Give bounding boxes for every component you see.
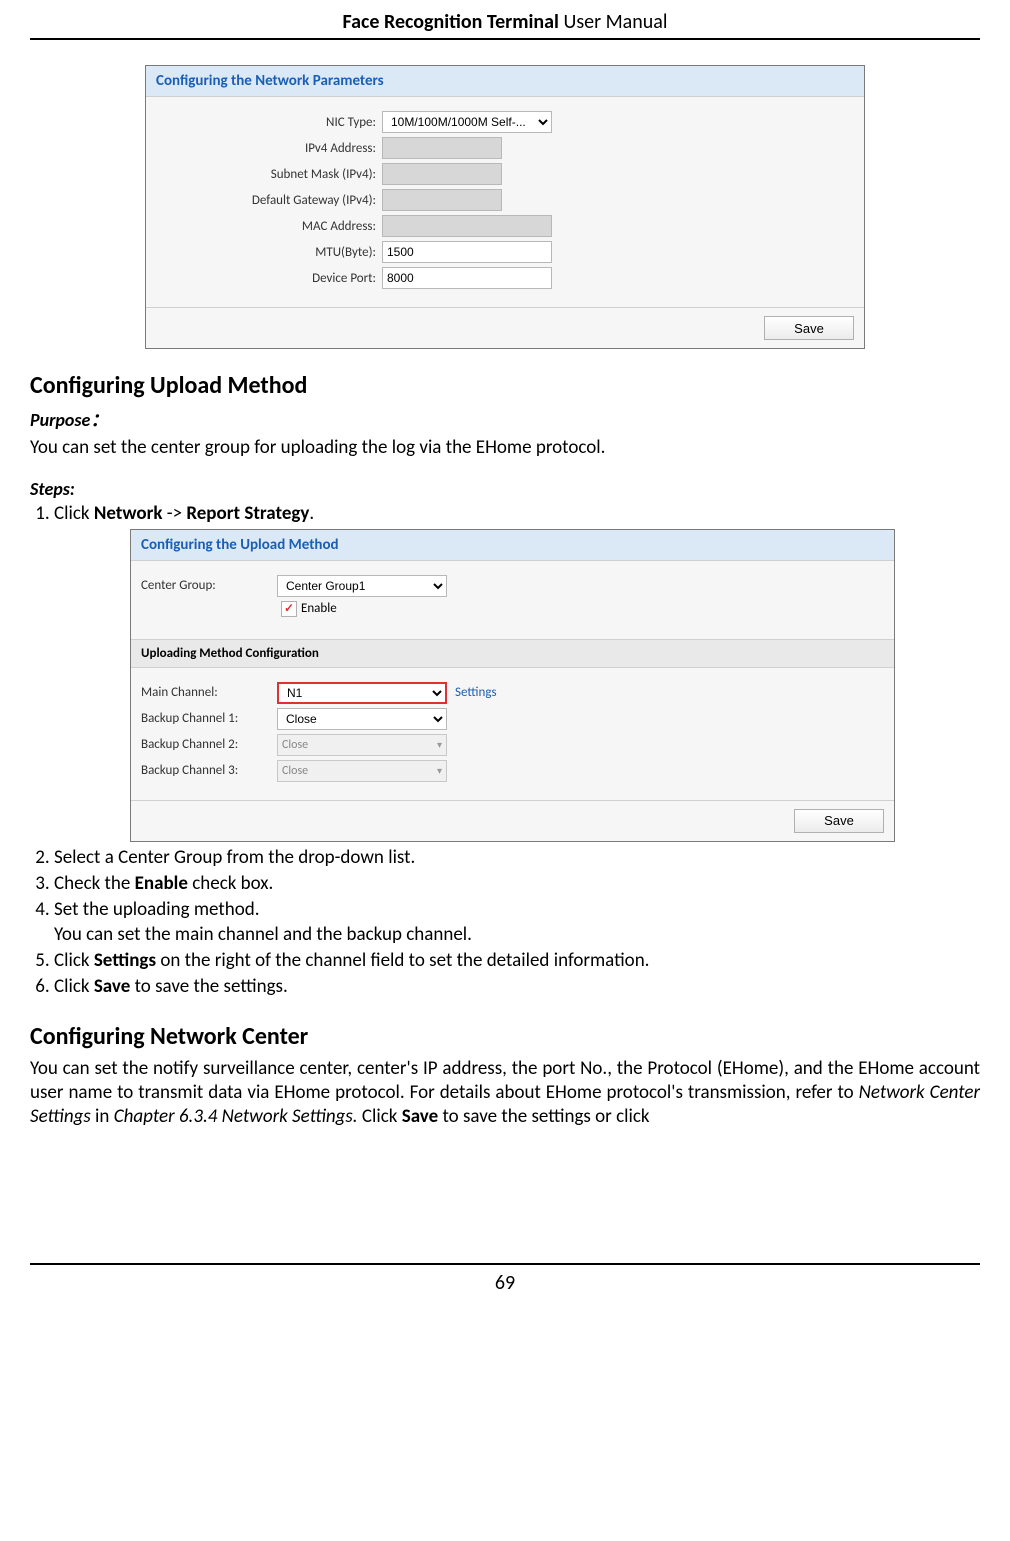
port-label: Device Port: [166,271,376,286]
ipv4-input[interactable] [382,137,502,159]
purpose-text: You can set the center group for uploadi… [30,436,980,460]
steps-label: Steps: [30,478,980,500]
nic-type-select[interactable]: 10M/100M/1000M Self-... [382,111,552,133]
section-netcenter-title: Configuring Network Center [30,1022,980,1051]
step-1: Click Network -> Report Strategy. [54,502,980,526]
upload-method-screenshot: Configuring the Upload Method Center Gro… [130,529,895,842]
subnet-label: Subnet Mask (IPv4): [166,167,376,182]
save-button[interactable]: Save [764,316,854,340]
backup3-select[interactable]: Close [277,760,447,782]
panel-title: Configuring the Network Parameters [146,66,864,97]
main-channel-label: Main Channel: [141,685,271,700]
netcenter-para: You can set the notify surveillance cent… [30,1057,980,1130]
step-2: Select a Center Group from the drop-down… [54,846,980,870]
main-channel-select[interactable]: N1 [277,682,447,704]
header-title-bold: Face Recognition Terminal [343,10,559,34]
mac-label: MAC Address: [166,219,376,234]
step-3: Check the Enable check box. [54,872,980,896]
upload-config-subheader: Uploading Method Configuration [131,639,894,668]
mtu-input[interactable] [382,241,552,263]
gateway-input[interactable] [382,189,502,211]
subnet-input[interactable] [382,163,502,185]
step-4: Set the uploading method. You can set th… [54,898,980,947]
steps-list-cont: Select a Center Group from the drop-down… [30,846,980,1000]
port-input[interactable] [382,267,552,289]
center-group-select[interactable]: Center Group1 [277,575,447,597]
step-5: Click Settings on the right of the chann… [54,949,980,973]
ipv4-label: IPv4 Address: [166,141,376,156]
center-group-label: Center Group: [141,578,271,593]
enable-label: Enable [301,601,337,616]
settings-link[interactable]: Settings [455,685,497,700]
steps-list: Click Network -> Report Strategy. [30,502,980,526]
section-upload-title: Configuring Upload Method [30,371,980,400]
backup1-select[interactable]: Close [277,708,447,730]
backup2-label: Backup Channel 2: [141,737,271,752]
page-footer: 69 [30,1263,980,1295]
page-number: 69 [495,1271,515,1295]
backup1-label: Backup Channel 1: [141,711,271,726]
step-6: Click Save to save the settings. [54,975,980,999]
purpose-label: Purpose： [30,406,980,432]
mtu-label: MTU(Byte): [166,245,376,260]
nic-type-label: NIC Type: [166,115,376,130]
step-4-sub: You can set the main channel and the bac… [54,923,980,947]
mac-input[interactable] [382,215,552,237]
network-params-screenshot: Configuring the Network Parameters NIC T… [145,65,865,349]
enable-checkbox[interactable]: ✓ [281,601,297,617]
gateway-label: Default Gateway (IPv4): [166,193,376,208]
header-title-rest: User Manual [563,10,667,34]
save-button-upload[interactable]: Save [794,809,884,833]
backup2-select[interactable]: Close [277,734,447,756]
page-header: Face Recognition Terminal User Manual [30,10,980,40]
panel-title-upload: Configuring the Upload Method [131,530,894,561]
backup3-label: Backup Channel 3: [141,763,271,778]
